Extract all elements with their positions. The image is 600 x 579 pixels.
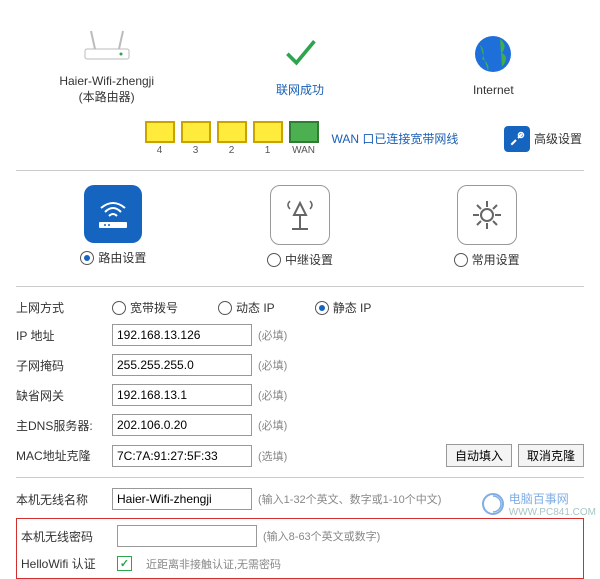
wan-method-pppoe[interactable]: 宽带拨号 [112, 299, 178, 316]
divider [16, 477, 584, 478]
mac-clone-input[interactable] [112, 445, 252, 467]
lan-port-3 [181, 121, 211, 143]
ssid-label: 本机无线名称 [16, 491, 106, 508]
checkmark-icon [282, 34, 318, 70]
router-name: Haier-Wifi-zhengji [10, 74, 203, 88]
watermark: 电脑百事网 WWW.PC841.COM [481, 490, 596, 518]
hellowifi-label: HelloWifi 认证 [21, 555, 111, 572]
lan-port-2 [217, 121, 247, 143]
route-mode-radio[interactable]: 路由设置 [80, 249, 146, 266]
internet-status: Internet [397, 29, 590, 97]
gateway-input[interactable] [112, 384, 252, 406]
dns-label: 主DNS服务器: [16, 417, 106, 434]
mask-input[interactable] [112, 354, 252, 376]
lan-port-1 [253, 121, 283, 143]
highlighted-section: 本机无线密码 (输入8-63个英文或数字) HelloWifi 认证 近距离非接… [16, 518, 584, 579]
port-status-row: 4 3 2 1 WAN WAN 口已连接宽带网线 高级设置 [0, 115, 600, 170]
dns-input[interactable] [112, 414, 252, 436]
connection-status: 联网成功 [203, 27, 396, 98]
common-mode-icon[interactable] [457, 185, 517, 245]
ssid-input[interactable] [112, 488, 252, 510]
wan-port [289, 121, 319, 143]
tools-icon [504, 126, 530, 152]
watermark-icon [481, 492, 505, 516]
lan-port-4 [145, 121, 175, 143]
wan-status-link[interactable]: WAN 口已连接宽带网线 [332, 130, 459, 147]
common-mode-radio[interactable]: 常用设置 [454, 251, 520, 268]
connection-status-text[interactable]: 联网成功 [203, 81, 396, 98]
mode-selector: 路由设置 中继设置 常用设置 [0, 171, 600, 286]
router-icon [77, 25, 137, 65]
router-status: Haier-Wifi-zhengji (本路由器) [10, 20, 203, 105]
wifi-password-input[interactable] [117, 525, 257, 547]
wifi-password-label: 本机无线密码 [21, 528, 111, 545]
advanced-settings-link[interactable]: 高级设置 [504, 126, 582, 152]
route-mode-icon[interactable] [84, 185, 142, 243]
gateway-label: 缺省网关 [16, 387, 106, 404]
wan-method-dhcp[interactable]: 动态 IP [218, 299, 275, 316]
globe-icon [472, 33, 514, 75]
mac-clone-label: MAC地址克隆 [16, 447, 106, 464]
hellowifi-checkbox[interactable] [117, 556, 132, 571]
auto-fill-button[interactable]: 自动填入 [446, 444, 512, 467]
wan-method-static[interactable]: 静态 IP [315, 299, 372, 316]
cancel-clone-button[interactable]: 取消克隆 [518, 444, 584, 467]
ip-input[interactable] [112, 324, 252, 346]
mask-label: 子网掩码 [16, 357, 106, 374]
hellowifi-desc: 近距离非接触认证,无需密码 [146, 556, 281, 572]
internet-label: Internet [397, 83, 590, 97]
repeat-mode-icon[interactable] [270, 185, 330, 245]
repeat-mode-radio[interactable]: 中继设置 [267, 251, 333, 268]
ip-label: IP 地址 [16, 327, 106, 344]
wan-method-label: 上网方式 [16, 299, 106, 316]
router-subtitle: (本路由器) [10, 88, 203, 105]
